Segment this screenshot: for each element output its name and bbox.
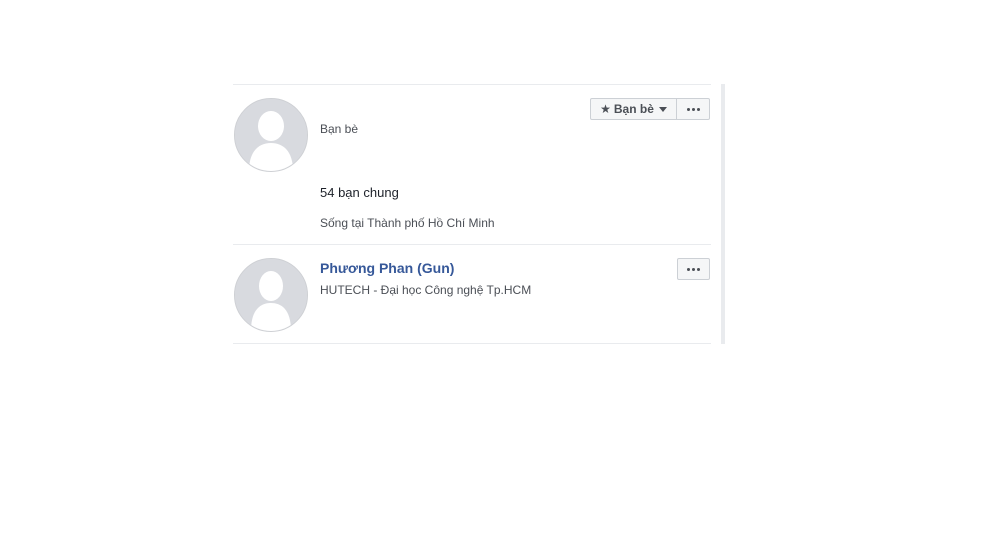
ellipsis-icon xyxy=(686,107,700,111)
star-icon: ★ xyxy=(600,102,611,116)
friends-dropdown-button[interactable]: ★ Bạn bè xyxy=(590,98,677,120)
default-profile-silhouette-icon xyxy=(235,99,307,171)
more-options-button[interactable] xyxy=(677,258,710,280)
default-profile-silhouette-icon xyxy=(235,259,307,331)
divider xyxy=(233,343,711,344)
friend-actions: ★ Bạn bè xyxy=(590,98,710,120)
friend-card: Phương Phan (Gun) HUTECH - Đại học Công … xyxy=(233,245,711,343)
lives-in: Sống tại Thành phố Hồ Chí Minh xyxy=(320,216,495,230)
friends-button-label: Bạn bè xyxy=(613,102,654,116)
relation-label: Bạn bè xyxy=(320,122,359,136)
friend-name-link[interactable]: Phương Phan (Gun) xyxy=(320,260,454,276)
friend-subtitle: HUTECH - Đại học Công nghệ Tp.HCM xyxy=(320,283,532,297)
avatar[interactable] xyxy=(234,258,308,332)
avatar[interactable] xyxy=(234,98,308,172)
friends-list: Bạn bè 54 bạn chung Sống tại Thành phố H… xyxy=(233,84,711,344)
caret-down-icon xyxy=(658,106,667,112)
mutual-friends[interactable]: 54 bạn chung xyxy=(320,185,399,200)
friend-card: Bạn bè 54 bạn chung Sống tại Thành phố H… xyxy=(233,85,711,244)
more-options-button[interactable] xyxy=(677,98,710,120)
ellipsis-icon xyxy=(687,267,700,271)
scrollbar-track[interactable] xyxy=(721,84,725,344)
